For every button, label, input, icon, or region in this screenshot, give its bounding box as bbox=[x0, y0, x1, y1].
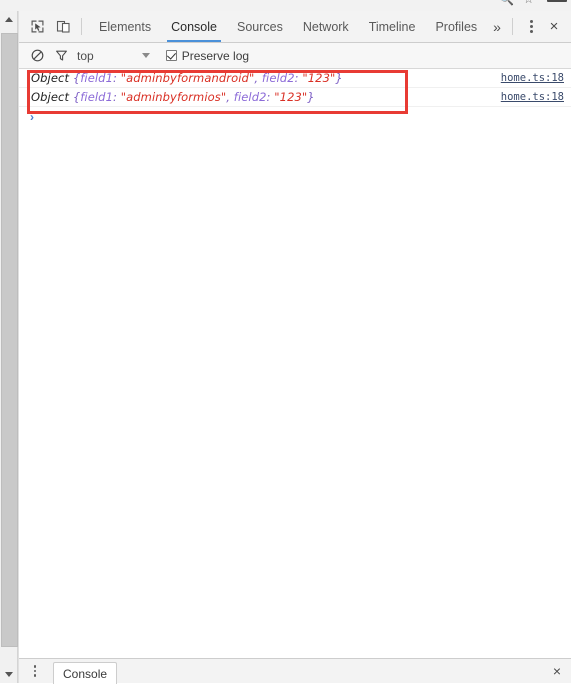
value-comma: , bbox=[226, 90, 234, 104]
inspect-element-icon[interactable] bbox=[24, 14, 50, 40]
key-separator-1: : bbox=[112, 71, 121, 85]
execution-context-value: top bbox=[77, 48, 94, 63]
object-key-2: field2 bbox=[261, 71, 295, 85]
clear-console-icon[interactable] bbox=[25, 45, 49, 67]
key-separator-1: : bbox=[112, 90, 121, 104]
tab-network[interactable]: Network bbox=[293, 11, 359, 42]
close-brace: } bbox=[335, 71, 343, 85]
preserve-log-label: Preserve log bbox=[181, 48, 250, 63]
execution-context-select[interactable]: top bbox=[77, 49, 150, 63]
console-message-row[interactable]: Object {field1: "adminbyformandroid", fi… bbox=[19, 69, 571, 88]
devtools-screenshot: 🔍 ☆ bbox=[0, 0, 571, 684]
chevron-down-icon[interactable] bbox=[141, 53, 150, 58]
console-filter-bar: top Preserve log bbox=[19, 43, 571, 69]
object-key-1: field1 bbox=[80, 90, 113, 104]
close-icon[interactable]: × bbox=[542, 14, 566, 40]
drawer-tab-console[interactable]: Console bbox=[53, 662, 118, 684]
value-comma: , bbox=[254, 71, 262, 85]
toolbar-divider-right bbox=[512, 18, 513, 35]
scrollbar-thumb[interactable] bbox=[1, 33, 18, 647]
console-message-text: Object {field1: "adminbyformandroid", fi… bbox=[31, 71, 343, 85]
tab-timeline[interactable]: Timeline bbox=[359, 11, 426, 42]
kebab-menu-icon[interactable] bbox=[520, 14, 542, 40]
toolbar-divider bbox=[81, 18, 82, 35]
devtools-toolbar: Elements Console Sources Network Timelin… bbox=[19, 11, 571, 43]
search-icon[interactable]: 🔍 bbox=[499, 0, 514, 5]
prompt-caret-icon: › bbox=[30, 110, 34, 124]
object-key-1: field1 bbox=[80, 71, 113, 85]
object-key-2: field2 bbox=[233, 90, 267, 104]
object-value-2: "123" bbox=[302, 71, 336, 85]
close-brace: } bbox=[307, 90, 315, 104]
drawer-close-icon[interactable]: × bbox=[546, 660, 568, 682]
devtools-panel: Elements Console Sources Network Timelin… bbox=[18, 11, 571, 684]
object-value-2: "123" bbox=[274, 90, 308, 104]
tab-sources[interactable]: Sources bbox=[227, 11, 293, 42]
window-minimize-button[interactable] bbox=[547, 0, 567, 2]
console-prompt[interactable]: › bbox=[19, 107, 571, 127]
tab-elements[interactable]: Elements bbox=[89, 11, 161, 42]
scroll-down-arrow-icon[interactable] bbox=[0, 666, 17, 683]
browser-chrome-buttons: 🔍 ☆ bbox=[499, 0, 567, 5]
object-label: Object bbox=[31, 90, 70, 104]
devtools-tab-bar: Elements Console Sources Network Timelin… bbox=[89, 11, 507, 42]
devtools-drawer: Console × bbox=[19, 658, 571, 684]
console-source-link[interactable]: home.ts:18 bbox=[501, 72, 564, 84]
tab-console[interactable]: Console bbox=[161, 11, 227, 42]
scroll-up-arrow-icon[interactable] bbox=[0, 11, 17, 28]
console-output[interactable]: Object {field1: "adminbyformandroid", fi… bbox=[19, 69, 571, 658]
preserve-log-toggle[interactable]: Preserve log bbox=[165, 48, 250, 63]
object-value-1: "adminbyformios" bbox=[120, 90, 227, 104]
more-tabs-chevron-icon[interactable]: » bbox=[487, 11, 507, 42]
toolbar-right-group: × bbox=[507, 11, 566, 42]
star-icon[interactable]: ☆ bbox=[523, 0, 534, 5]
filter-funnel-icon[interactable] bbox=[49, 45, 73, 67]
page-scrollbar[interactable] bbox=[0, 11, 18, 683]
object-value-1: "adminbyformandroid" bbox=[120, 71, 255, 85]
object-label: Object bbox=[31, 71, 70, 85]
console-message-row[interactable]: Object {field1: "adminbyformios", field2… bbox=[19, 88, 571, 107]
console-source-link[interactable]: home.ts:18 bbox=[501, 91, 564, 103]
device-toolbar-icon[interactable] bbox=[50, 14, 76, 40]
tab-profiles[interactable]: Profiles bbox=[425, 11, 487, 42]
preserve-log-checkbox[interactable] bbox=[165, 50, 177, 61]
console-message-text: Object {field1: "adminbyformios", field2… bbox=[31, 90, 315, 104]
drawer-kebab-menu-icon[interactable] bbox=[25, 661, 45, 681]
